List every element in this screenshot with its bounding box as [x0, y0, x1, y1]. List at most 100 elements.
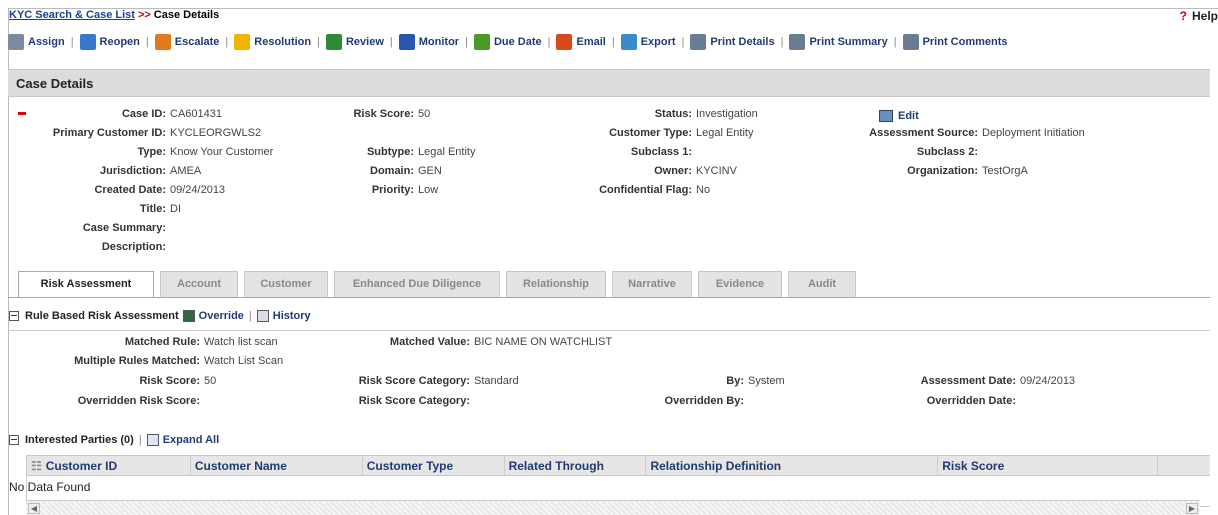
- monitor-button[interactable]: Monitor: [398, 34, 459, 50]
- hierarchy-icon: ☷: [31, 459, 42, 473]
- scroll-left-icon[interactable]: ◀: [28, 503, 40, 514]
- field-created-date: Created Date: 09/24/2013: [94, 184, 226, 196]
- field-matched-rule: Matched Rule: Watch list scan: [124, 336, 278, 348]
- field-case-summary: Case Summary:: [82, 222, 166, 234]
- field-ra-risk-score: Risk Score: 50: [139, 375, 217, 387]
- field-organization: Organization: TestOrgA: [907, 165, 1028, 177]
- field-customer-type: Customer Type: Legal Entity: [609, 127, 754, 139]
- breadcrumb-current: Case Details: [153, 9, 220, 21]
- reopen-button[interactable]: Reopen: [79, 34, 140, 50]
- override-icon: [182, 310, 195, 322]
- field-assessment-source: Assessment Source: Deployment Initiation: [869, 127, 1085, 139]
- column-filler: [1158, 456, 1210, 475]
- field-priority: Priority: Low: [371, 184, 439, 196]
- action-toolbar: Assign | Reopen | Escalate | Resolution | Re…: [8, 32, 1008, 52]
- tab-evidence[interactable]: Evidence: [698, 271, 782, 297]
- print-details-button[interactable]: Print Details: [690, 34, 775, 50]
- field-domain: Domain: GEN: [370, 165, 442, 177]
- column-customer-id[interactable]: ☷ Customer ID: [27, 456, 191, 475]
- help-link[interactable]: ? Help: [1180, 9, 1218, 23]
- resolution-button[interactable]: Resolution: [234, 34, 311, 50]
- export-icon: [620, 34, 637, 50]
- field-subclass-2: Subclass 2:: [916, 146, 978, 158]
- review-icon: [325, 34, 342, 50]
- tab-audit[interactable]: Audit: [788, 271, 856, 297]
- due-date-icon: [473, 34, 490, 50]
- field-title: Title: DI: [139, 203, 181, 215]
- field-risk-score: Risk Score: 50: [353, 108, 431, 120]
- field-primary-customer-id: Primary Customer ID: KYCLEORGWLS2: [52, 127, 262, 139]
- empty-row: No Data Found: [9, 476, 1210, 496]
- column-related-through[interactable]: Related Through: [505, 456, 647, 475]
- field-assessment-date: Assessment Date: 09/24/2013: [920, 375, 1076, 387]
- tab-account[interactable]: Account: [160, 271, 238, 297]
- column-risk-score[interactable]: Risk Score: [938, 456, 1159, 475]
- field-status: Status: Investigation: [654, 108, 758, 120]
- field-description: Description:: [101, 241, 166, 253]
- field-overridden-by: Overridden By:: [664, 395, 744, 407]
- resolution-icon: [234, 34, 251, 50]
- breadcrumb: KYC Search & Case List >> Case Details: [9, 9, 219, 21]
- tab-bar: Risk Assessment Account Customer Enhance…: [18, 271, 862, 298]
- field-jurisdiction: Jurisdiction: AMEA: [99, 165, 202, 177]
- email-icon: [556, 34, 573, 50]
- breadcrumb-link-kyc-search[interactable]: KYC Search & Case List: [9, 9, 135, 21]
- edit-button[interactable]: Edit: [879, 110, 919, 122]
- field-overridden-risk-score: Overridden Risk Score:: [77, 395, 200, 407]
- no-data-text: No Data Found: [9, 480, 91, 494]
- section-header-case-details: Case Details: [8, 69, 1210, 97]
- field-confidential-flag: Confidential Flag: No: [599, 184, 711, 196]
- expand-all-icon: [146, 434, 159, 446]
- interested-parties-header: Interested Parties (0) | Expand All: [9, 434, 219, 446]
- help-icon: ?: [1179, 9, 1187, 23]
- field-multiple-rules-matched: Multiple Rules Matched: Watch List Scan: [74, 355, 284, 367]
- field-case-id: Case ID: CA601431: [121, 108, 222, 120]
- expand-all-button[interactable]: Expand All: [146, 434, 219, 446]
- tab-narrative[interactable]: Narrative: [612, 271, 692, 297]
- collapse-toggle-icon[interactable]: [9, 311, 19, 321]
- column-customer-type[interactable]: Customer Type: [363, 456, 505, 475]
- scroll-right-icon[interactable]: ▶: [1186, 503, 1198, 514]
- collapse-toggle-icon[interactable]: [9, 435, 19, 445]
- override-button[interactable]: Override: [182, 310, 244, 322]
- review-button[interactable]: Review: [325, 34, 384, 50]
- field-subtype: Subtype: Legal Entity: [366, 146, 476, 158]
- tab-risk-assessment[interactable]: Risk Assessment: [18, 271, 154, 298]
- reopen-icon: [79, 34, 96, 50]
- export-button[interactable]: Export: [620, 34, 676, 50]
- escalate-button[interactable]: Escalate: [154, 34, 219, 50]
- printer-icon: [902, 34, 919, 50]
- field-matched-value: Matched Value: BIC NAME ON WATCHLIST: [389, 336, 613, 348]
- column-customer-name[interactable]: Customer Name: [191, 456, 363, 475]
- divider: [8, 330, 1210, 331]
- assign-icon: [8, 34, 24, 50]
- printer-icon: [690, 34, 707, 50]
- field-overridden-date: Overridden Date:: [926, 395, 1016, 407]
- tab-relationship[interactable]: Relationship: [506, 271, 606, 297]
- edit-icon: [879, 110, 893, 122]
- escalate-icon: [154, 34, 171, 50]
- history-icon: [256, 310, 269, 322]
- print-summary-button[interactable]: Print Summary: [789, 34, 888, 50]
- rule-based-risk-assessment-header: Rule Based Risk Assessment Override | Hi…: [9, 310, 311, 322]
- monitor-icon: [398, 34, 415, 50]
- collapse-icon[interactable]: [18, 112, 26, 115]
- help-label: Help: [1191, 9, 1218, 23]
- table-header-row: ☷ Customer ID Customer Name Customer Type…: [27, 456, 1210, 476]
- tab-customer[interactable]: Customer: [244, 271, 328, 297]
- field-risk-score-category: Risk Score Category: Standard: [358, 375, 519, 387]
- assign-button[interactable]: Assign: [8, 34, 65, 50]
- horizontal-scrollbar[interactable]: ◀ ▶: [26, 500, 1200, 515]
- field-owner: Owner: KYCINV: [654, 165, 737, 177]
- history-button[interactable]: History: [256, 310, 311, 322]
- email-button[interactable]: Email: [556, 34, 606, 50]
- field-type: Type: Know Your Customer: [137, 146, 274, 158]
- printer-icon: [789, 34, 806, 50]
- tab-enhanced-due-diligence[interactable]: Enhanced Due Diligence: [334, 271, 500, 297]
- field-overridden-risk-score-category: Risk Score Category:: [358, 395, 470, 407]
- print-comments-button[interactable]: Print Comments: [902, 34, 1008, 50]
- case-details-panel: Case ID: CA601431 Primary Customer ID: KYC…: [8, 100, 1210, 260]
- field-by: By: System: [726, 375, 785, 387]
- column-relationship-definition[interactable]: Relationship Definition: [646, 456, 939, 475]
- due-date-button[interactable]: Due Date: [473, 34, 542, 50]
